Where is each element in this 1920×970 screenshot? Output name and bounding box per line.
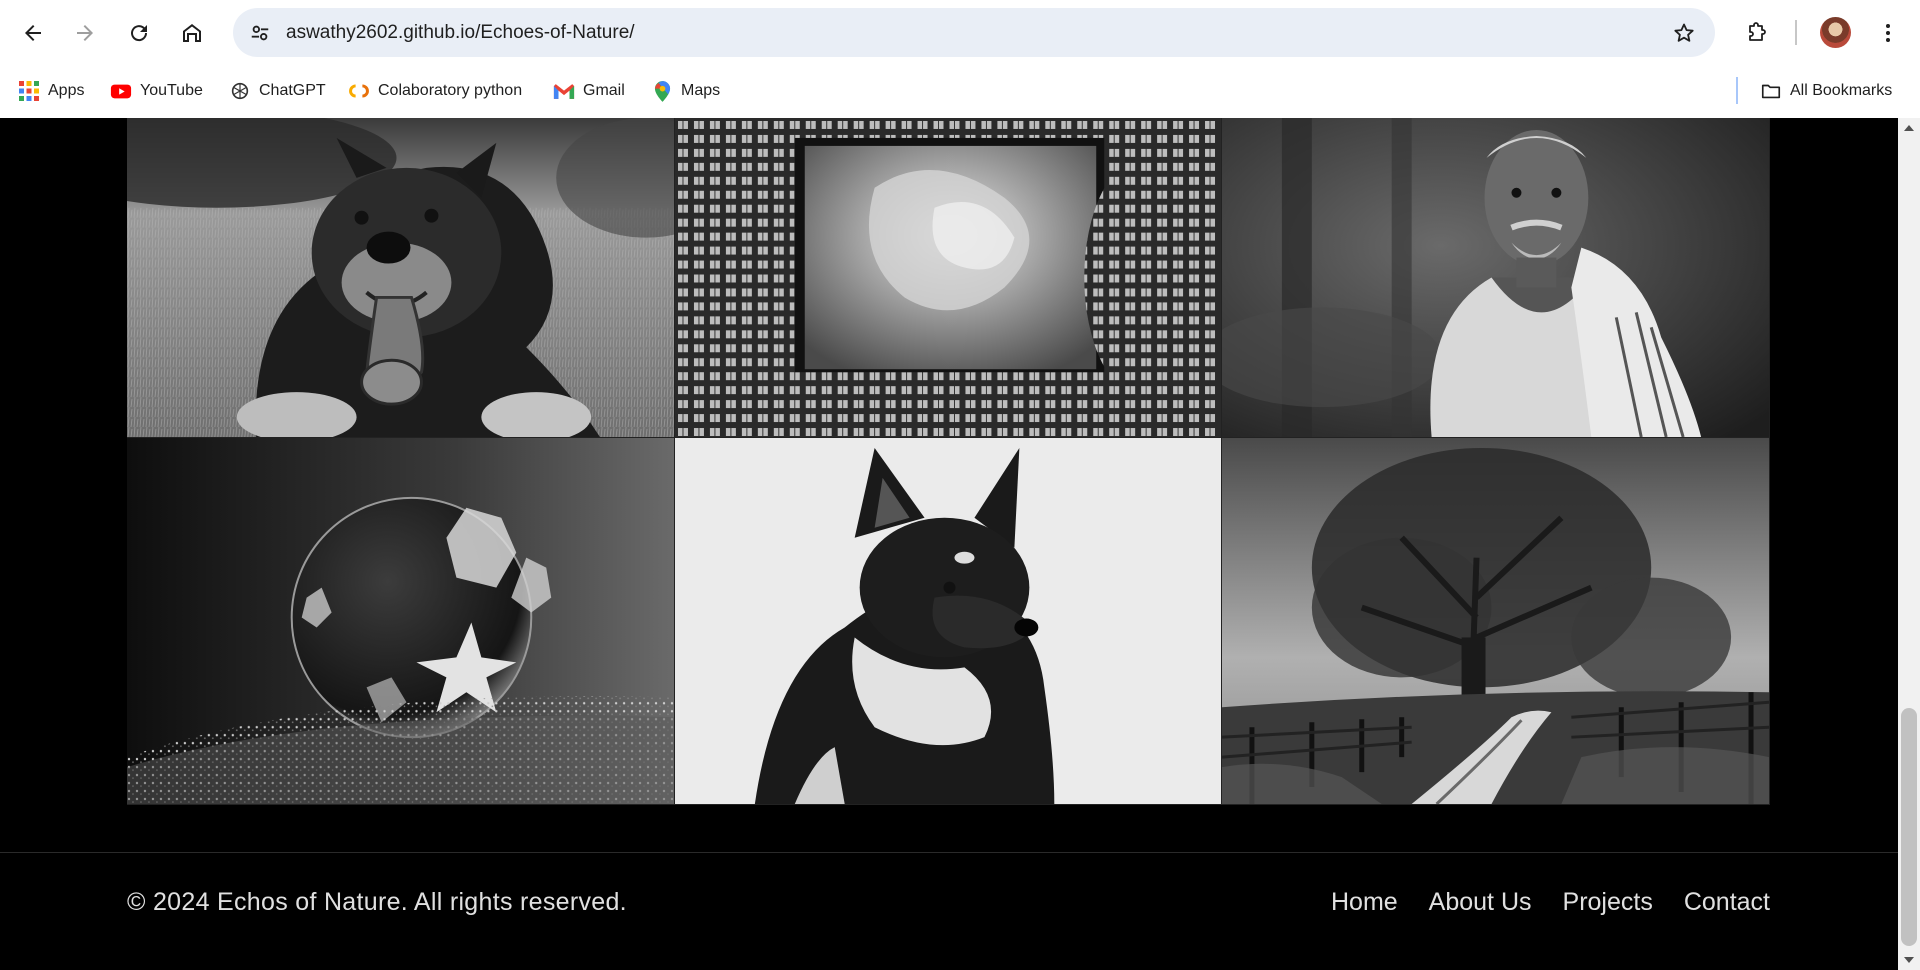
more-vertical-icon [1886,24,1890,42]
gallery-image-dog[interactable] [127,118,675,438]
bookmarks-divider [1736,77,1738,104]
caret-up-icon [1904,125,1914,131]
browser-toolbar: aswathy2602.github.io/Echoes-of-Nature/ [0,0,1920,65]
bookmark-star-button[interactable] [1665,14,1703,52]
footer-link-about-us[interactable]: About Us [1429,888,1532,917]
gallery-image-bubble[interactable] [127,438,675,805]
bookmark-label: Colaboratory python [378,82,523,99]
address-bar[interactable]: aswathy2602.github.io/Echoes-of-Nature/ [233,8,1715,57]
bookmark-label: Gmail [583,82,625,99]
bookmark-label: Maps [681,82,721,99]
tree-photo [1222,438,1769,804]
gallery-image-building[interactable] [675,118,1222,438]
scroll-up-arrow[interactable] [1898,120,1920,136]
gallery-image-husky[interactable] [675,438,1222,805]
home-button[interactable] [172,13,212,53]
gallery-image-man[interactable] [1222,118,1770,438]
scroll-down-arrow[interactable] [1898,952,1920,968]
bubble-photo [127,438,674,804]
husky-photo [675,438,1221,804]
footer-copyright: © 2024 Echos of Nature. All rights reser… [127,888,627,916]
star-icon [1674,23,1694,42]
footer-link-contact[interactable]: Contact [1684,888,1770,917]
extensions-button[interactable] [1736,13,1776,53]
footer-link-home[interactable]: Home [1331,888,1398,917]
page-scrollbar[interactable] [1898,118,1920,970]
all-bookmarks-label: All Bookmarks [1790,82,1893,99]
puzzle-icon [1749,22,1766,41]
folder-icon [1760,80,1782,102]
page-viewport: © 2024 Echos of Nature. All rights reser… [0,118,1898,970]
footer-link-projects[interactable]: Projects [1563,888,1653,917]
site-info-button[interactable] [241,14,279,52]
bookmark-label: Apps [48,82,85,99]
menu-button[interactable] [1868,13,1908,53]
youtube-icon [110,80,132,102]
all-bookmarks-button[interactable]: All Bookmarks [1760,76,1892,106]
profile-avatar[interactable] [1820,17,1851,48]
bookmark-apps[interactable]: Apps [18,76,84,106]
gmail-icon [553,80,575,102]
reload-button[interactable] [119,13,159,53]
bookmark-colab[interactable]: Colaboratory python [348,76,522,106]
back-button[interactable] [13,13,53,53]
reload-icon [131,25,148,42]
bookmarks-bar: Apps YouTube ChatGPT Colaboratory python… [0,65,1920,118]
bookmark-youtube[interactable]: YouTube [110,76,203,106]
forward-button[interactable] [65,13,105,53]
bookmark-label: YouTube [140,82,203,99]
arrow-left-icon [25,25,41,41]
maps-icon [651,80,673,102]
building-photo [675,118,1221,437]
colab-icon [348,80,370,102]
home-icon [183,24,201,42]
footer-divider [0,852,1898,853]
arrow-right-icon [77,25,93,41]
bookmark-label: ChatGPT [259,82,326,99]
scroll-thumb[interactable] [1901,708,1917,946]
bookmark-maps[interactable]: Maps [651,76,720,106]
dog-photo [127,118,674,437]
bookmark-gmail[interactable]: Gmail [553,76,625,106]
apps-grid-icon [18,80,40,102]
caret-down-icon [1904,957,1914,963]
tune-icon [251,25,269,41]
toolbar-divider [1795,20,1797,45]
footer-nav: Home About Us Projects Contact [1331,888,1770,917]
bookmark-chatgpt[interactable]: ChatGPT [229,76,326,106]
portrait-photo [1222,118,1769,437]
gallery-image-tree[interactable] [1222,438,1770,805]
photo-gallery [127,118,1770,805]
chatgpt-icon [229,80,251,102]
url-text[interactable]: aswathy2602.github.io/Echoes-of-Nature/ [286,22,635,44]
